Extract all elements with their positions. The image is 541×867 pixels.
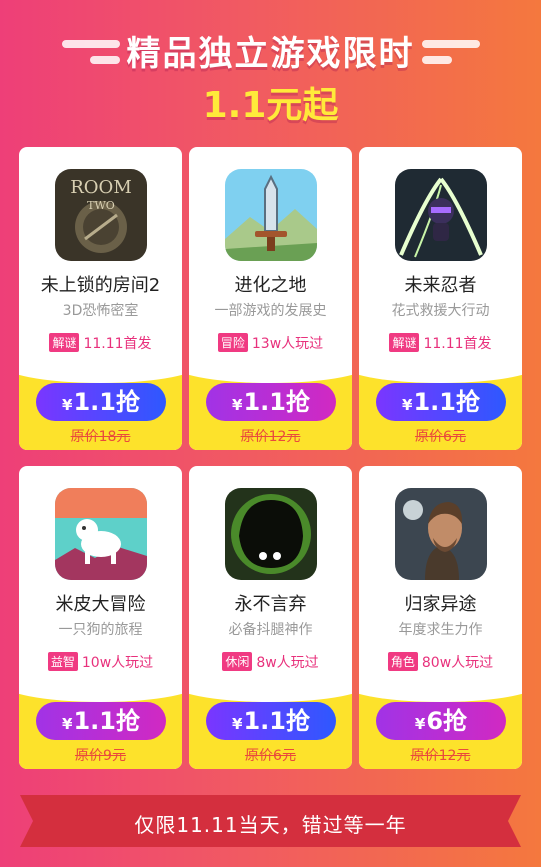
buy-button[interactable]: ¥1.1抢	[206, 702, 336, 740]
price-label: 1.1抢	[243, 707, 310, 735]
game-desc: 一只狗的旅程	[58, 622, 143, 638]
yen-symbol: ¥	[402, 396, 413, 414]
original-price: 原价9元	[75, 748, 126, 764]
buy-button[interactable]: ¥1.1抢	[376, 383, 506, 421]
room-two-icon[interactable]: ROOM TWO	[55, 169, 147, 261]
tag-row: 休闲 8w人玩过	[189, 652, 352, 672]
yen-symbol: ¥	[62, 715, 73, 733]
game-card-mimpi[interactable]: 米皮大冒险 一只狗的旅程 益智 10w人玩过 ¥1.1抢 原价9元	[19, 466, 182, 769]
game-desc: 年度求生力作	[398, 622, 483, 638]
play-stat: 80w人玩过	[421, 655, 494, 671]
buy-button[interactable]: ¥1.1抢	[206, 383, 336, 421]
genre-tag: 解谜	[49, 333, 80, 352]
play-stat: 10w人玩过	[81, 655, 154, 671]
footer-banner-text: 仅限11.11当天，错过等一年	[134, 813, 407, 837]
price-label: 1.1抢	[73, 388, 140, 416]
game-card-future-ninja[interactable]: 未来忍者 花式救援大行动 解谜 11.11首发 ¥1.1抢 原价6元	[359, 147, 522, 450]
page-subtitle: 1.1元起	[202, 85, 339, 126]
genre-tag: 益智	[47, 652, 78, 671]
dog-icon[interactable]	[55, 488, 147, 580]
buy-button[interactable]: ¥6抢	[376, 702, 506, 740]
yen-symbol: ¥	[232, 715, 243, 733]
play-stat: 11.11首发	[83, 336, 152, 352]
yen-symbol: ¥	[232, 396, 243, 414]
original-price: 原价6元	[245, 748, 296, 764]
game-name: 进化之地	[234, 275, 307, 296]
original-price: 原价6元	[415, 429, 466, 445]
play-stat: 13w人玩过	[251, 336, 324, 352]
game-name: 未上锁的房间2	[40, 275, 161, 296]
svg-text:ROOM: ROOM	[70, 177, 132, 198]
game-card-room-two[interactable]: ROOM TWO 未上锁的房间2 3D恐怖密室 解谜 11.11首发 ¥1.1抢 …	[19, 147, 182, 450]
buy-button[interactable]: ¥1.1抢	[36, 702, 166, 740]
game-desc: 一部游戏的发展史	[214, 303, 327, 319]
buy-button[interactable]: ¥1.1抢	[36, 383, 166, 421]
play-stat: 8w人玩过	[256, 655, 319, 671]
original-price: 原价12元	[240, 429, 301, 445]
price-label: 1.1抢	[413, 388, 480, 416]
shadow-creature-icon[interactable]	[225, 488, 317, 580]
game-desc: 花式救援大行动	[391, 303, 490, 319]
footer-banner: 仅限11.11当天，错过等一年	[20, 795, 521, 847]
play-stat: 11.11首发	[423, 336, 492, 352]
price-label: 6抢	[426, 707, 468, 735]
game-name: 归家异途	[404, 594, 477, 615]
game-desc: 3D恐怖密室	[62, 303, 139, 319]
genre-tag: 解谜	[389, 333, 420, 352]
genre-tag: 角色	[387, 652, 418, 671]
page-title: 精品独立游戏限时	[126, 34, 415, 74]
ninja-icon[interactable]	[395, 169, 487, 261]
tag-row: 解谜 11.11首发	[359, 333, 522, 353]
game-name: 米皮大冒险	[55, 594, 146, 615]
yen-symbol: ¥	[414, 715, 426, 733]
yen-symbol: ¥	[62, 396, 73, 414]
tag-row: 角色 80w人玩过	[359, 652, 522, 672]
game-name: 未来忍者	[404, 275, 477, 296]
game-card-evoland[interactable]: 进化之地 一部游戏的发展史 冒险 13w人玩过 ¥1.1抢 原价12元	[189, 147, 352, 450]
genre-tag: 休闲	[222, 652, 253, 671]
price-label: 1.1抢	[73, 707, 140, 735]
game-name: 永不言弃	[234, 594, 307, 615]
tag-row: 益智 10w人玩过	[19, 652, 182, 672]
svg-text:TWO: TWO	[87, 199, 115, 212]
original-price: 原价18元	[70, 429, 131, 445]
original-price: 原价12元	[410, 748, 471, 764]
game-desc: 必备抖腿神作	[228, 622, 313, 638]
price-label: 1.1抢	[243, 388, 310, 416]
sword-icon[interactable]	[225, 169, 317, 261]
game-card-the-way-home[interactable]: 归家异途 年度求生力作 角色 80w人玩过 ¥6抢 原价12元	[359, 466, 522, 769]
tag-row: 冒险 13w人玩过	[189, 333, 352, 353]
genre-tag: 冒险	[217, 333, 248, 352]
survivor-portrait-icon[interactable]	[395, 488, 487, 580]
game-card-never-give-up[interactable]: 永不言弃 必备抖腿神作 休闲 8w人玩过 ¥1.1抢 原价6元	[189, 466, 352, 769]
tag-row: 解谜 11.11首发	[19, 333, 182, 353]
